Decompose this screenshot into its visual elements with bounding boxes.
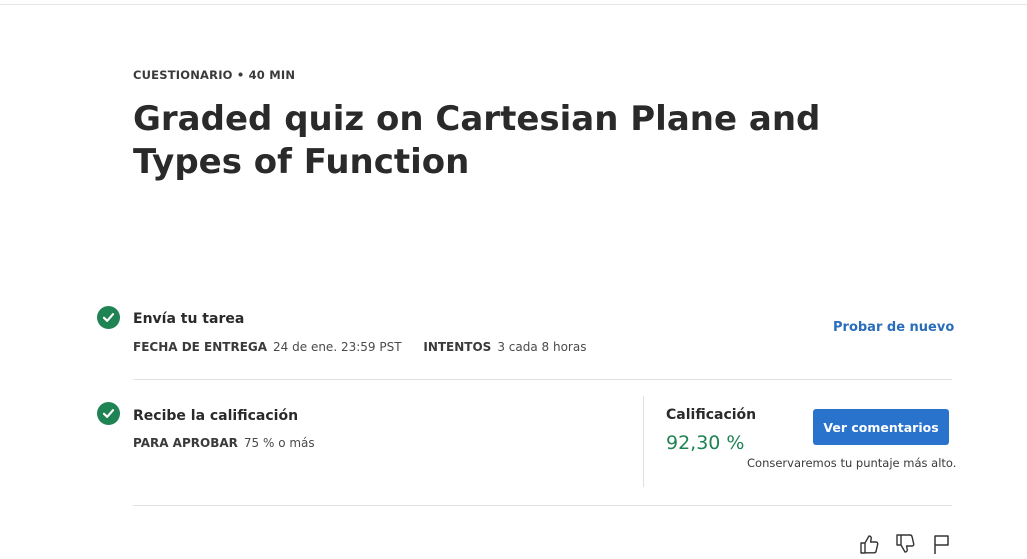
section-divider — [133, 505, 952, 506]
due-date-value: 24 de ene. 23:59 PST — [273, 340, 402, 354]
check-circle-icon — [97, 306, 120, 329]
check-circle-icon — [97, 402, 120, 425]
highest-score-note: Conservaremos tu puntaje más alto. — [747, 456, 957, 470]
attempts-label: INTENTOS — [423, 340, 492, 354]
step-title-grade: Recibe la calificación — [133, 408, 299, 424]
item-type-label: CUESTIONARIO • 40 MIN — [133, 68, 296, 82]
grade-meta: PARA APROBAR 75 % o más — [133, 436, 333, 450]
passing-label: PARA APROBAR — [133, 436, 238, 450]
section-divider — [133, 379, 952, 380]
top-divider — [0, 4, 1027, 5]
submit-meta: FECHA DE ENTREGA 24 de ene. 23:59 PST INT… — [133, 340, 604, 354]
due-date-label: FECHA DE ENTREGA — [133, 340, 268, 354]
page-title: Graded quiz on Cartesian Plane and Types… — [133, 99, 821, 182]
attempts-value: 3 cada 8 horas — [497, 340, 587, 354]
view-feedback-button[interactable]: Ver comentarios — [813, 409, 949, 445]
passing-value: 75 % o más — [243, 436, 315, 450]
vertical-divider — [643, 396, 644, 487]
grade-label: Calificación — [666, 407, 757, 423]
step-title-submit: Envía tu tarea — [133, 311, 245, 327]
retry-link[interactable]: Probar de nuevo — [833, 320, 954, 335]
grade-value: 92,30 % — [666, 432, 745, 454]
